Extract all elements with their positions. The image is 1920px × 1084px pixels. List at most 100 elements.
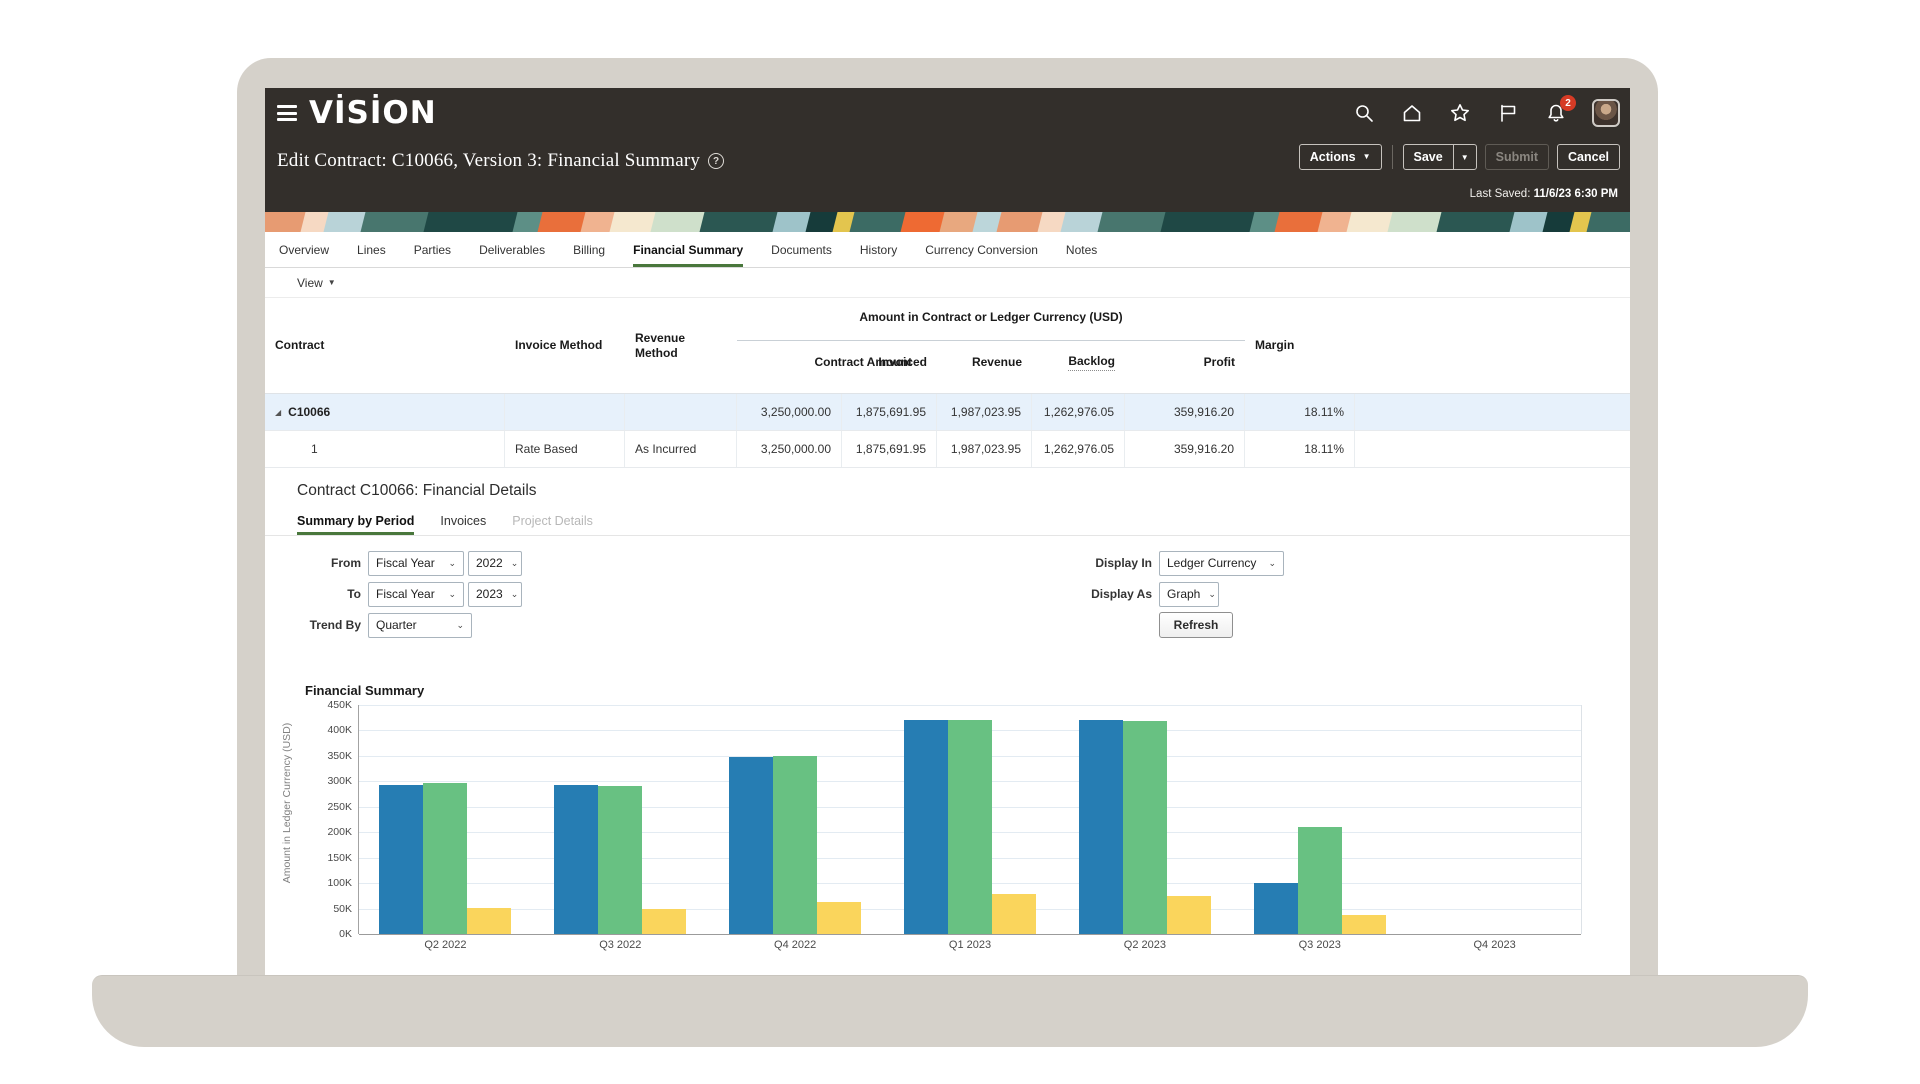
tab-documents[interactable]: Documents [771, 232, 832, 267]
table-row-contract[interactable]: ◢C10066 3,250,000.00 1,875,691.95 1,987,… [265, 394, 1630, 431]
details-subtabs: Summary by Period Invoices Project Detai… [265, 506, 1630, 536]
x-tick-label: Q2 2022 [358, 939, 533, 951]
collapse-icon[interactable]: ◢ [275, 408, 281, 417]
bar-group-q2-2022: Q2 2022 [358, 705, 533, 934]
help-icon[interactable]: ? [708, 153, 724, 169]
bar-revenue-q4-2022[interactable] [773, 756, 817, 934]
x-tick-label: Q4 2022 [708, 939, 883, 951]
subtab-invoices[interactable]: Invoices [440, 506, 486, 535]
subtab-summary-by-period[interactable]: Summary by Period [297, 506, 414, 535]
actions-button[interactable]: Actions▼ [1299, 144, 1382, 170]
bar-invoiced-q2-2022[interactable] [379, 785, 423, 934]
menu-icon[interactable] [277, 105, 297, 121]
tab-lines[interactable]: Lines [357, 232, 386, 267]
bar-invoiced-q3-2022[interactable] [554, 785, 598, 934]
bar-invoiced-q3-2023[interactable] [1254, 883, 1298, 934]
chart-title: Financial Summary [305, 683, 424, 698]
bar-revenue-q3-2022[interactable] [598, 786, 642, 934]
favorites-star-icon[interactable] [1448, 101, 1472, 125]
chart-bar-groups: Q2 2022Q3 2022Q4 2022Q1 2023Q2 2023Q3 20… [358, 705, 1582, 934]
tab-currency-conversion[interactable]: Currency Conversion [925, 232, 1038, 267]
y-tick-label: 250K [327, 801, 352, 813]
bar-profit-q2-2023[interactable] [1167, 896, 1211, 934]
table-row-line-1[interactable]: 1 Rate Based As Incurred 3,250,000.00 1,… [265, 431, 1630, 468]
tab-financial-summary[interactable]: Financial Summary [633, 232, 743, 267]
bar-group-q2-2023: Q2 2023 [1057, 705, 1232, 934]
notification-badge: 2 [1560, 95, 1576, 111]
trend-by-label: Trend By [295, 618, 361, 632]
tab-history[interactable]: History [860, 232, 897, 267]
y-tick-label: 50K [333, 903, 352, 915]
bar-group-q1-2023: Q1 2023 [883, 705, 1058, 934]
flag-icon[interactable] [1496, 101, 1520, 125]
search-icon[interactable] [1352, 101, 1376, 125]
financial-summary-chart: Financial Summary Amount in Ledger Curre… [265, 679, 1630, 953]
notifications-bell-icon[interactable]: 2 [1544, 101, 1568, 125]
tab-parties[interactable]: Parties [414, 232, 451, 267]
bar-profit-q3-2023[interactable] [1342, 915, 1386, 934]
tab-notes[interactable]: Notes [1066, 232, 1097, 267]
display-as-select[interactable]: Graph⌄ [1159, 582, 1219, 607]
refresh-button[interactable]: Refresh [1159, 612, 1233, 638]
to-type-select[interactable]: Fiscal Year⌄ [368, 582, 464, 607]
x-tick-label: Q3 2023 [1232, 939, 1407, 951]
avatar[interactable] [1592, 99, 1620, 127]
bar-invoiced-q1-2023[interactable] [904, 720, 948, 934]
tab-deliverables[interactable]: Deliverables [479, 232, 545, 267]
filter-panel: From Fiscal Year⌄ 2022⌄ To Fiscal Year⌄ … [265, 536, 1630, 679]
tab-overview[interactable]: Overview [279, 232, 329, 267]
col-revenue-method: Revenue Method [625, 298, 695, 393]
col-profit: Profit [1125, 298, 1245, 393]
chevron-down-icon: ⌄ [503, 589, 519, 600]
banner-segment [1160, 212, 1259, 232]
from-year-select[interactable]: 2022⌄ [468, 551, 522, 576]
bar-revenue-q2-2022[interactable] [423, 783, 467, 934]
display-in-select[interactable]: Ledger Currency⌄ [1159, 551, 1284, 576]
y-tick-label: 300K [327, 775, 352, 787]
x-axis-line [359, 934, 1581, 935]
bar-group-q4-2022: Q4 2022 [708, 705, 883, 934]
decorative-banner [265, 212, 1630, 232]
subtab-project-details: Project Details [512, 506, 593, 535]
chevron-down-icon: ⌄ [1200, 589, 1216, 600]
bar-revenue-q1-2023[interactable] [948, 720, 992, 934]
banner-segment [360, 212, 433, 232]
tab-billing[interactable]: Billing [573, 232, 605, 267]
submit-button: Submit [1485, 144, 1549, 170]
page-title: Edit Contract: C10066, Version 3: Financ… [277, 150, 700, 172]
to-year-select[interactable]: 2023⌄ [468, 582, 522, 607]
col-contract: Contract [265, 298, 505, 393]
bar-revenue-q2-2023[interactable] [1123, 721, 1167, 934]
display-in-label: Display In [1085, 556, 1152, 570]
bar-profit-q2-2022[interactable] [467, 908, 511, 934]
save-button[interactable]: Save [1404, 145, 1453, 169]
y-tick-label: 350K [327, 750, 352, 762]
table-header: Amount in Contract or Ledger Currency (U… [265, 298, 1630, 394]
from-label: From [295, 556, 361, 570]
view-menu[interactable]: View▼ [297, 276, 336, 290]
bar-profit-q4-2022[interactable] [817, 902, 861, 934]
page: VİSİON [0, 0, 1920, 1084]
caret-down-icon: ▼ [1363, 153, 1371, 161]
trend-by-select[interactable]: Quarter⌄ [368, 613, 472, 638]
from-type-select[interactable]: Fiscal Year⌄ [368, 551, 464, 576]
bar-group-q4-2023: Q4 2023 [1407, 705, 1582, 934]
table-toolbar: View▼ [265, 268, 1630, 298]
y-tick-label: 100K [327, 877, 352, 889]
bar-profit-q1-2023[interactable] [992, 894, 1036, 934]
app-header: VİSİON [265, 88, 1630, 212]
home-icon[interactable] [1400, 101, 1424, 125]
save-menu-caret-icon[interactable]: ▼ [1453, 145, 1476, 169]
bar-revenue-q3-2023[interactable] [1298, 827, 1342, 934]
bar-profit-q3-2022[interactable] [642, 909, 686, 934]
col-invoice-method: Invoice Method [505, 298, 625, 393]
bar-invoiced-q4-2022[interactable] [729, 757, 773, 934]
bar-group-q3-2023: Q3 2023 [1232, 705, 1407, 934]
chevron-down-icon: ⌄ [1260, 558, 1276, 569]
cancel-button[interactable]: Cancel [1557, 144, 1620, 170]
divider [1392, 145, 1393, 169]
last-saved-value: 11/6/23 6:30 PM [1534, 188, 1618, 200]
chevron-down-icon: ⌄ [440, 558, 456, 569]
x-tick-label: Q1 2023 [883, 939, 1058, 951]
bar-invoiced-q2-2023[interactable] [1079, 720, 1123, 934]
